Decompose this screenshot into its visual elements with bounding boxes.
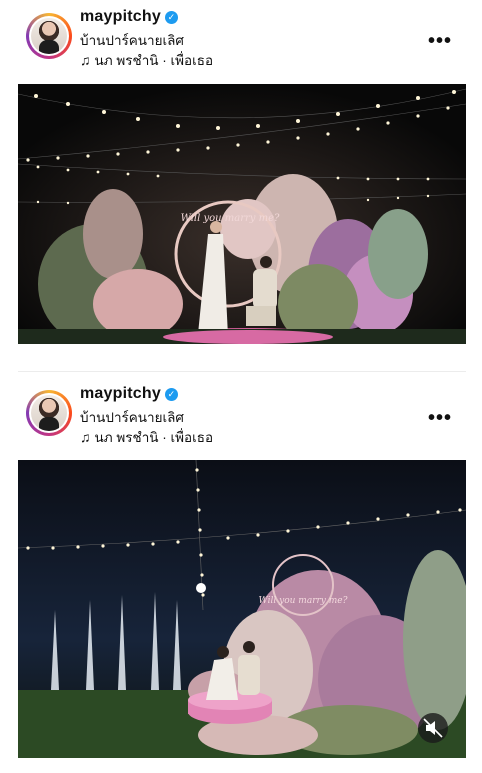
avatar[interactable]: [26, 13, 72, 59]
username-text[interactable]: maypitchy: [80, 385, 161, 402]
proposal-photo-2: Will you marry me?: [18, 460, 466, 758]
post-header: maypitchy ✓ บ้านปาร์คนายเลิศ ♫ นภ พรชำนิ ·…: [0, 377, 482, 455]
verified-badge-icon: ✓: [164, 388, 178, 401]
music-note-icon: ♫: [80, 52, 91, 68]
username[interactable]: maypitchy ✓: [80, 8, 178, 26]
more-options-icon[interactable]: •••: [428, 30, 452, 53]
avatar-photo: [31, 18, 67, 54]
post-photo[interactable]: Will you marry me?: [18, 84, 466, 344]
photo-neon-sign: Will you marry me?: [181, 213, 280, 224]
username[interactable]: maypitchy ✓: [80, 385, 178, 403]
post-photo[interactable]: Will you marry me?: [18, 460, 466, 758]
location-link[interactable]: บ้านปาร์คนายเลิศ: [80, 406, 184, 428]
music-label[interactable]: นภ พรชำนิ · เพื่อเธอ: [95, 430, 214, 445]
photo-neon-sign: Will you marry me?: [259, 596, 348, 606]
avatar-ring-inner: [29, 16, 69, 56]
music-note-icon: ♫: [80, 429, 91, 445]
avatar-ring-inner: [29, 393, 69, 433]
verified-badge-icon: ✓: [164, 11, 178, 24]
username-text[interactable]: maypitchy: [80, 8, 161, 25]
post-divider: [18, 371, 466, 372]
post-2: maypitchy ✓ บ้านปาร์คนายเลิศ ♫ นภ พรชำนิ ·…: [0, 377, 482, 758]
post-header: maypitchy ✓ บ้านปาร์คนายเลิศ ♫ นภ พรชำนิ ·…: [0, 0, 482, 78]
music-link[interactable]: ♫ นภ พรชำนิ · เพื่อเธอ: [80, 426, 213, 448]
music-link[interactable]: ♫ นภ พรชำนิ · เพื่อเธอ: [80, 49, 213, 71]
avatar-photo: [31, 395, 67, 431]
more-options-icon[interactable]: •••: [428, 407, 452, 430]
proposal-photo-1: Will you marry me?: [18, 84, 466, 344]
music-label[interactable]: นภ พรชำนิ · เพื่อเธอ: [95, 53, 214, 68]
location-link[interactable]: บ้านปาร์คนายเลิศ: [80, 29, 184, 51]
post-1: maypitchy ✓ บ้านปาร์คนายเลิศ ♫ นภ พรชำนิ ·…: [0, 0, 482, 344]
avatar[interactable]: [26, 390, 72, 436]
